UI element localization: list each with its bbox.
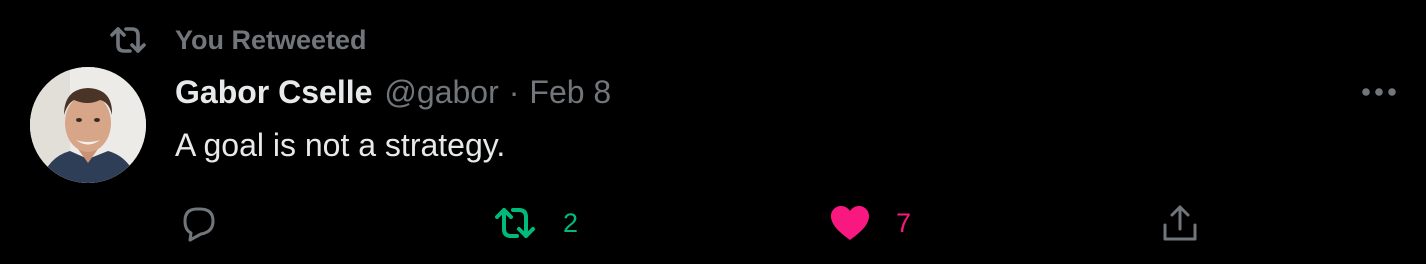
more-icon [1362, 88, 1396, 96]
retweet-count: 2 [563, 207, 579, 238]
social-context: You Retweeted [108, 22, 367, 58]
share-button[interactable] [1158, 200, 1202, 246]
more-button[interactable] [1356, 78, 1402, 106]
like-count: 7 [896, 207, 912, 238]
tweet[interactable]: You Retweeted Gabor Cselle @gabor · Feb … [0, 0, 1426, 264]
retweet-button[interactable]: 2 [493, 200, 578, 246]
header-separator: · [508, 73, 520, 110]
tweet-header: Gabor Cselle @gabor · Feb 8 [175, 72, 611, 112]
reply-icon [176, 201, 220, 245]
social-context-label: You Retweeted [175, 24, 367, 55]
like-button[interactable]: 7 [828, 200, 911, 246]
avatar[interactable] [30, 67, 146, 183]
share-icon [1158, 201, 1202, 245]
reply-button[interactable] [176, 200, 246, 246]
heart-icon [828, 201, 872, 245]
tweet-text: A goal is not a strategy. [175, 127, 506, 163]
tweet-date[interactable]: Feb 8 [529, 74, 611, 111]
retweet-icon [493, 201, 537, 245]
author-display-name[interactable]: Gabor Cselle [175, 74, 372, 111]
action-bar: 2 7 [0, 200, 1426, 246]
author-handle[interactable]: @gabor [384, 74, 498, 111]
retweet-icon [108, 22, 148, 58]
avatar-photo [30, 67, 146, 183]
